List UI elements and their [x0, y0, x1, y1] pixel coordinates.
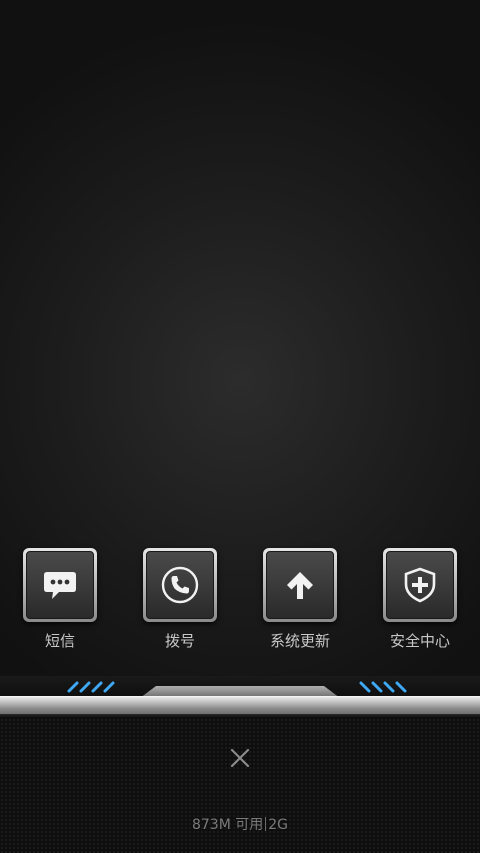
app-messages[interactable]: 短信 — [12, 548, 108, 651]
status-divider — [265, 817, 267, 831]
network-type-text: 2G — [268, 817, 289, 833]
app-security-center[interactable]: 安全中心 — [372, 548, 468, 651]
memory-available-text: 873M 可用 — [191, 817, 264, 833]
app-security-center-tile[interactable] — [383, 548, 457, 622]
app-dialer-label: 拨号 — [164, 632, 195, 650]
app-messages-label: 短信 — [44, 632, 75, 650]
app-security-center-label: 安全中心 — [389, 632, 450, 650]
memory-status: 873M 可用 2G — [0, 815, 480, 835]
quick-app-row: 短信 拨号 系统更新 安全中心 — [0, 548, 480, 658]
app-system-update-label: 系统更新 — [269, 632, 330, 650]
close-x-icon — [230, 748, 250, 768]
dock-rail — [0, 676, 480, 718]
recents-screen: 短信 拨号 系统更新 安全中心 873M 可用 2G — [0, 0, 480, 853]
app-dialer[interactable]: 拨号 — [132, 548, 228, 651]
app-messages-tile[interactable] — [23, 548, 97, 622]
shield-plus-icon — [404, 567, 436, 603]
indicator-stripes-right — [359, 681, 407, 693]
message-bubble-icon — [44, 572, 76, 599]
indicator-stripes-left — [67, 681, 115, 693]
arrow-up-icon — [287, 572, 313, 599]
app-system-update[interactable]: 系统更新 — [252, 548, 348, 651]
app-dialer-tile[interactable] — [143, 548, 217, 622]
close-button[interactable] — [222, 740, 258, 776]
phone-icon — [161, 566, 199, 604]
app-system-update-tile[interactable] — [263, 548, 337, 622]
